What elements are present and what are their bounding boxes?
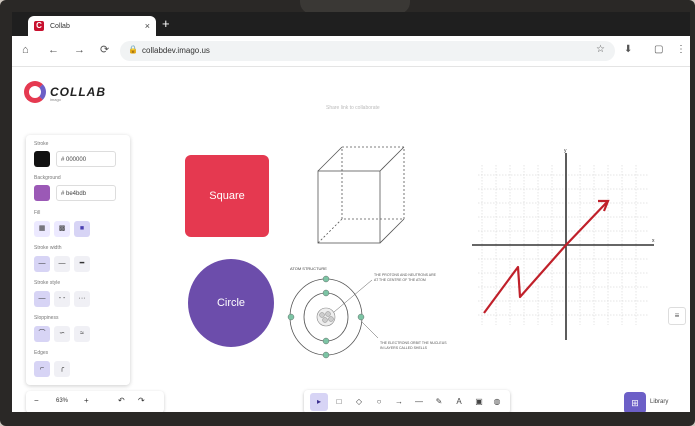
edges-sharp-button[interactable]: ⌐ (34, 361, 50, 377)
atom-note-bottom: THE ELECTRONS ORBIT THE NUCLEUS IN LAYER… (380, 341, 448, 350)
sloppiness-cartoonist-button[interactable]: ≈ (74, 326, 90, 342)
x-axis-letter: x (652, 238, 655, 244)
circle-label: Circle (216, 297, 246, 309)
new-tab-button[interactable]: + (162, 17, 170, 31)
zoom-level[interactable]: 63% (56, 398, 68, 404)
background-hex-input[interactable]: # be4bdb (56, 185, 116, 201)
bookmark-star-icon[interactable]: ☆ (596, 44, 605, 55)
home-icon[interactable]: ⌂ (22, 44, 29, 56)
fill-hachure-button[interactable]: ▦ (34, 221, 50, 237)
lock-icon: 🔒 (128, 45, 138, 54)
collab-favicon-icon: C (34, 21, 44, 31)
stroke-style-dashed-button[interactable]: - - (54, 291, 70, 307)
arrow-tool-button[interactable]: → (390, 393, 408, 411)
edges-label: Edges (34, 350, 49, 356)
tools-toolbar: ▸ □ ◇ ○ → — ✎ A ▣ ◍ (304, 390, 510, 412)
library-label[interactable]: Library (650, 399, 668, 405)
address-bar[interactable]: 🔒 collabdev.imago.us (120, 41, 615, 61)
stroke-color-swatch[interactable] (34, 151, 50, 167)
selection-tool-button[interactable]: ▸ (310, 393, 328, 411)
stroke-width-label: Stroke width (34, 245, 62, 251)
line-tool-button[interactable]: — (410, 393, 428, 411)
eraser-tool-button[interactable]: ◍ (488, 393, 506, 411)
edges-round-button[interactable]: ╭ (54, 361, 70, 377)
browser-tab-bar: C Collab × + (12, 12, 690, 36)
background-label: Background (34, 175, 61, 181)
back-icon[interactable]: ← (48, 44, 59, 56)
stroke-hex-input[interactable]: # 000000 (56, 151, 116, 167)
fill-label: Fill (34, 210, 41, 216)
square-label: Square (209, 190, 245, 202)
undo-button[interactable]: ↶ (118, 396, 125, 405)
side-menu-button[interactable]: ≡ (668, 307, 686, 325)
sloppiness-artist-button[interactable]: ∽ (54, 326, 70, 342)
library-button[interactable]: ⊞ (624, 392, 646, 412)
stroke-style-solid-button[interactable]: — (34, 291, 50, 307)
stroke-style-label: Stroke style (34, 280, 61, 286)
stroke-width-bold-button[interactable]: — (54, 256, 70, 272)
zoom-controls: − 63% + ↶ ↷ (26, 391, 164, 412)
screen: C Collab × + ⌂ ← → ⟳ 🔒 collabdev.imago.u… (12, 12, 690, 412)
text-tool-button[interactable]: A (450, 393, 468, 411)
zoom-in-button[interactable]: + (84, 396, 89, 405)
whiteboard-app: COLLAB imago Share link to collaborate S… (12, 67, 690, 412)
redo-button[interactable]: ↷ (138, 396, 145, 405)
url-text[interactable]: collabdev.imago.us (142, 46, 210, 55)
atom-title: ATOM STRUCTURE (290, 266, 327, 271)
circle-shape[interactable]: Circle (188, 259, 274, 347)
share-hint: Share link to collaborate (326, 105, 380, 111)
draw-tool-button[interactable]: ✎ (430, 393, 448, 411)
download-icon[interactable]: ⬇ (624, 44, 632, 55)
atom-note-top: THE PROTONS AND NEUTRONS ARE AT THE CENT… (374, 273, 437, 282)
zoom-out-button[interactable]: − (34, 396, 39, 405)
collab-logo: COLLAB imago (24, 81, 106, 103)
extensions-icon[interactable]: ▢ (654, 44, 663, 55)
close-tab-icon[interactable]: × (145, 21, 150, 31)
logo-subtext: imago (50, 97, 61, 102)
sloppiness-label: Sloppiness (34, 315, 59, 321)
sloppiness-architect-button[interactable]: ⌒ (34, 326, 50, 342)
collab-logo-icon (24, 81, 46, 103)
image-tool-button[interactable]: ▣ (470, 393, 488, 411)
diamond-tool-button[interactable]: ◇ (350, 393, 368, 411)
stroke-width-extra-bold-button[interactable]: ━ (74, 256, 90, 272)
browser-tab[interactable]: C Collab × (28, 16, 156, 36)
ellipse-tool-button[interactable]: ○ (370, 393, 388, 411)
graph-drawing[interactable]: y x (468, 145, 658, 345)
rectangle-tool-button[interactable]: □ (330, 393, 348, 411)
cube-drawing[interactable] (312, 143, 422, 248)
reload-icon[interactable]: ⟳ (100, 44, 109, 56)
background-color-swatch[interactable] (34, 185, 50, 201)
stroke-style-dotted-button[interactable]: ··· (74, 291, 90, 307)
browser-menu-icon[interactable]: ⋮ (676, 44, 686, 55)
atom-structure-drawing[interactable]: ATOM STRUCTURE THE PROTONS AND NEUTRONS … (286, 262, 456, 362)
square-shape[interactable]: Square (185, 155, 269, 237)
stroke-label: Stroke (34, 141, 49, 147)
browser-toolbar: ⌂ ← → ⟳ 🔒 collabdev.imago.us ☆ ⬇ ▢ ⋮ (12, 36, 690, 67)
stroke-width-thin-button[interactable]: — (34, 256, 50, 272)
forward-icon[interactable]: → (74, 44, 85, 56)
fill-crosshatch-button[interactable]: ▩ (54, 221, 70, 237)
fill-solid-button[interactable]: ■ (74, 221, 90, 237)
properties-panel: Stroke # 000000 Background # be4bdb Fill… (26, 135, 130, 385)
tab-title: Collab (50, 22, 70, 30)
